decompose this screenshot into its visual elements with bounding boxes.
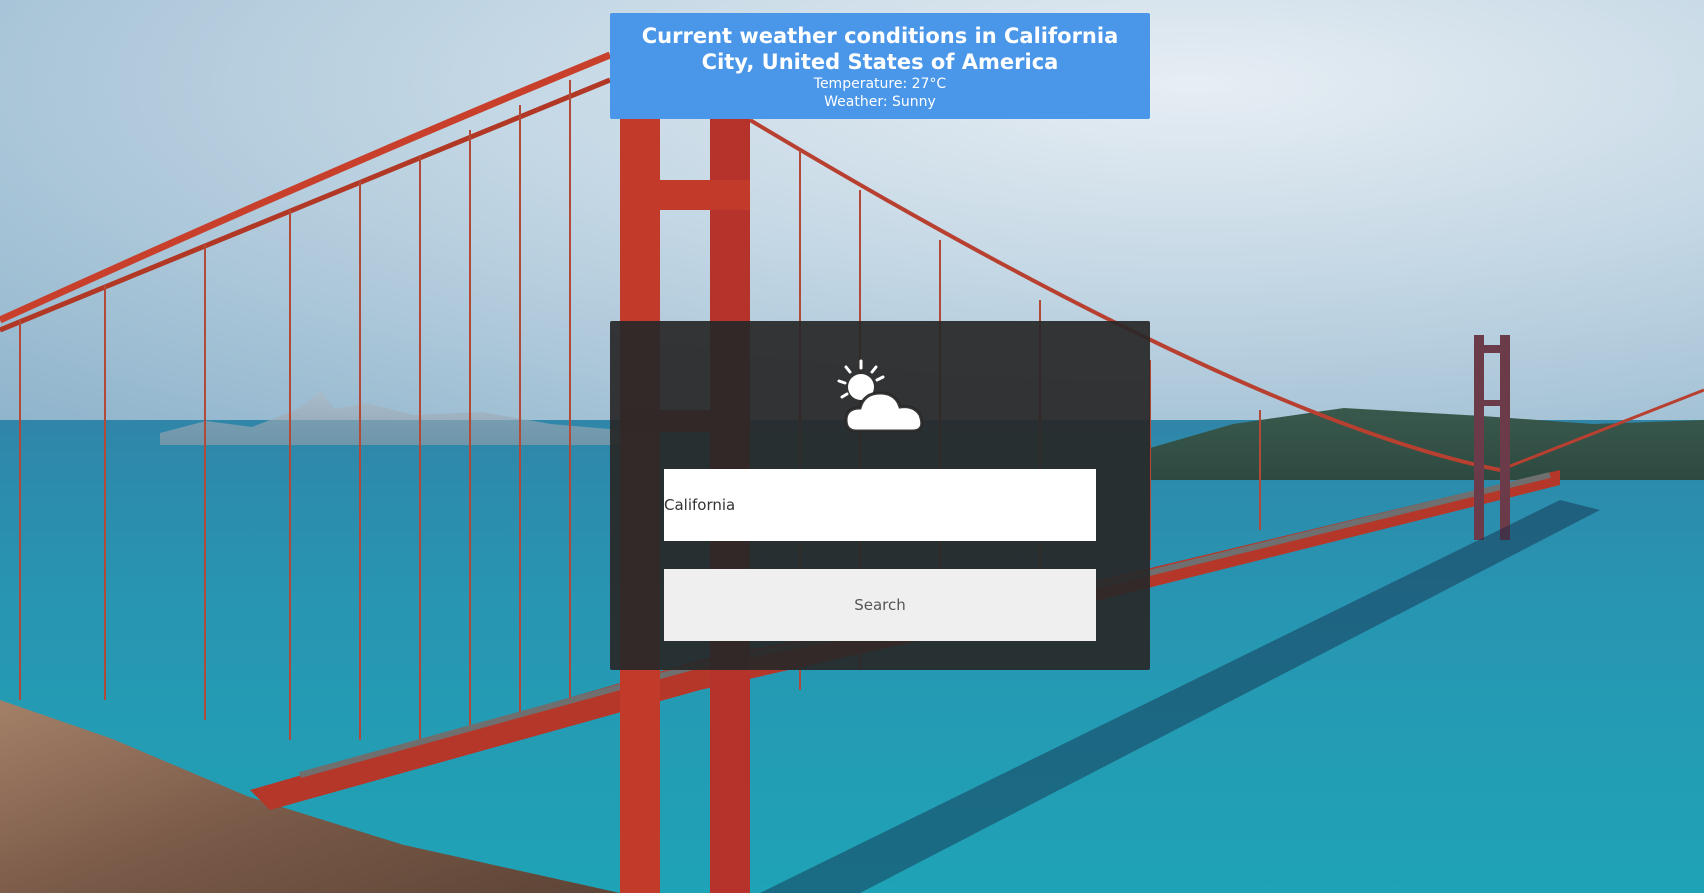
weather-condition-text: Weather: Sunny xyxy=(824,94,936,110)
search-panel: Search xyxy=(610,321,1150,670)
partly-cloudy-icon xyxy=(837,359,924,433)
weather-app-page: Current weather conditions in California… xyxy=(0,0,1704,893)
search-button[interactable]: Search xyxy=(664,569,1096,641)
weather-location-title: Current weather conditions in California… xyxy=(641,24,1119,74)
temperature-text: Temperature: 27°C xyxy=(813,76,947,92)
weather-result-banner: Current weather conditions in California… xyxy=(610,13,1150,119)
city-search-input[interactable] xyxy=(664,469,1096,541)
